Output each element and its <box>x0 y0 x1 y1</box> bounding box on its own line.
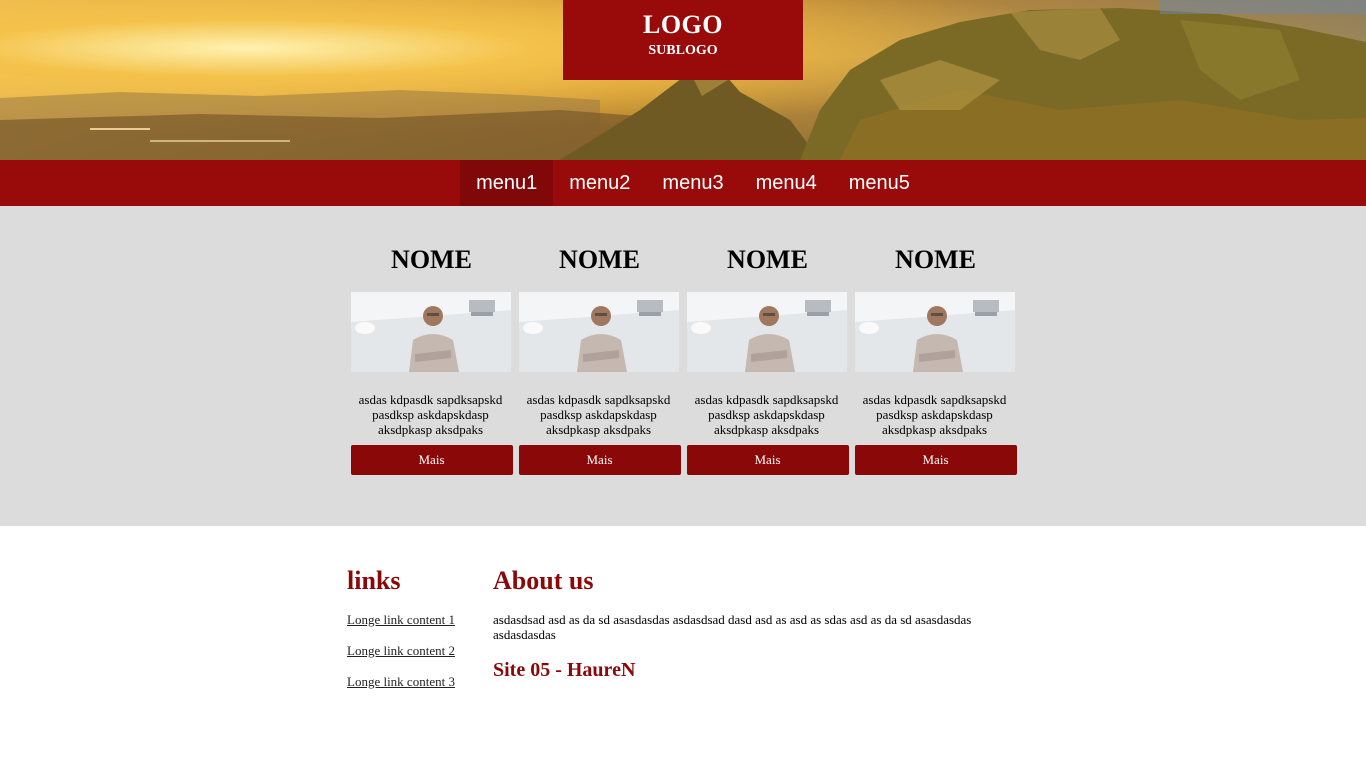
card-list: NOME asdas kdpasdk sapdksapskd pasdksp a… <box>350 245 1017 526</box>
card-photo <box>854 292 1015 372</box>
card: NOME asdas kdpasdk sapdksapskd pasdksp a… <box>518 245 681 526</box>
card-description: asdas kdpasdk sapdksapskd pasdksp askdap… <box>862 392 1007 437</box>
card-title: NOME <box>727 245 808 274</box>
footer-link-1[interactable]: Longe link content 1 <box>347 612 493 627</box>
logo-box[interactable]: LOGO SUBLOGO <box>563 0 803 80</box>
card-title: NOME <box>391 245 472 274</box>
card: NOME asdas kdpasdk sapdksapskd pasdksp a… <box>854 245 1017 526</box>
site-title: Site 05 - HaureN <box>493 659 636 681</box>
card-title: NOME <box>559 245 640 274</box>
about-text: asdasdsad asd as da sd asasdasdas asdasd… <box>493 612 972 642</box>
card-photo <box>350 292 511 372</box>
card-description: asdas kdpasdk sapdksapskd pasdksp askdap… <box>526 392 671 437</box>
card-title: NOME <box>895 245 976 274</box>
footer-link-3[interactable]: Longe link content 3 <box>347 674 493 689</box>
links-column: links Longe link content 1 Longe link co… <box>347 566 493 689</box>
footer: links Longe link content 1 Longe link co… <box>0 526 1366 689</box>
nav-item-menu5[interactable]: menu5 <box>833 160 926 206</box>
main-nav: menu1 menu2 menu3 menu4 menu5 <box>0 160 1366 206</box>
card-photo <box>518 292 679 372</box>
logo-title: LOGO <box>642 10 723 39</box>
card-description: asdas kdpasdk sapdksapskd pasdksp askdap… <box>358 392 503 437</box>
card-photo <box>686 292 847 372</box>
nav-item-menu2[interactable]: menu2 <box>553 160 646 206</box>
nav-items: menu1 menu2 menu3 menu4 menu5 <box>460 160 926 206</box>
card-more-button[interactable]: Mais <box>686 445 849 475</box>
card-description: asdas kdpasdk sapdksapskd pasdksp askdap… <box>694 392 839 437</box>
card: NOME asdas kdpasdk sapdksapskd pasdksp a… <box>686 245 849 526</box>
cards-section: NOME asdas kdpasdk sapdksapskd pasdksp a… <box>0 206 1366 526</box>
links-title: links <box>347 566 401 595</box>
card: NOME asdas kdpasdk sapdksapskd pasdksp a… <box>350 245 513 526</box>
nav-item-menu3[interactable]: menu3 <box>646 160 739 206</box>
card-more-button[interactable]: Mais <box>518 445 681 475</box>
nav-item-menu1[interactable]: menu1 <box>460 160 554 206</box>
footer-link-2[interactable]: Longe link content 2 <box>347 643 493 658</box>
footer-inner: links Longe link content 1 Longe link co… <box>347 566 1027 689</box>
card-more-button[interactable]: Mais <box>854 445 1017 475</box>
sublogo-title: SUBLOGO <box>648 43 718 58</box>
about-title: About us <box>493 566 594 595</box>
hero-banner: LOGO SUBLOGO <box>0 0 1366 160</box>
nav-item-menu4[interactable]: menu4 <box>740 160 833 206</box>
card-more-button[interactable]: Mais <box>350 445 513 475</box>
about-column: About us asdasdsad asd as da sd asasdasd… <box>493 566 1027 689</box>
